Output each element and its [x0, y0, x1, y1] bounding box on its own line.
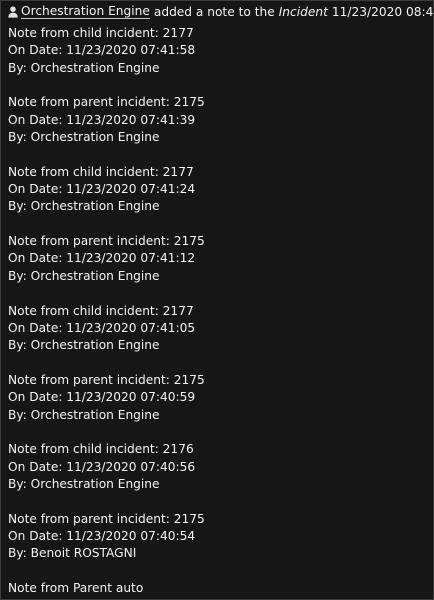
user-icon: [8, 6, 18, 18]
note-source: Note from child incident: 2177: [8, 164, 194, 179]
note-entry: Note from child incident: 2176 On Date: …: [8, 441, 429, 493]
note-entry: Note from parent incident: 2175 On Date:…: [8, 94, 429, 146]
note-source: Note from child incident: 2176: [8, 442, 194, 457]
note-by: By: Orchestration Engine: [8, 476, 160, 491]
note-header: Orchestration Engine added a note to the…: [1, 1, 433, 23]
note-by: By: Orchestration Engine: [8, 60, 160, 75]
note-body: Note from child incident: 2177 On Date: …: [8, 25, 429, 599]
note-by: By: Orchestration Engine: [8, 129, 160, 144]
note-panel: Orchestration Engine added a note to the…: [0, 0, 434, 600]
author-link[interactable]: Orchestration Engine: [21, 5, 150, 20]
note-by: By: Orchestration Engine: [8, 268, 160, 283]
note-source: Note from parent incident: 2175: [8, 95, 205, 110]
note-by: By: Orchestration Engine: [8, 199, 160, 214]
note-source: Note from child incident: 2177: [8, 26, 194, 40]
note-source: Note from parent incident: 2175: [8, 234, 205, 249]
note-date: On Date: 11/23/2020 07:40:56: [8, 459, 196, 474]
note-by: By: Orchestration Engine: [8, 407, 160, 422]
note-source: Note from Parent auto: [8, 581, 144, 596]
note-entry: Note from parent incident: 2175 On Date:…: [8, 511, 429, 563]
note-source: Note from parent incident: 2175: [8, 372, 205, 387]
note-entry: Note from child incident: 2177 On Date: …: [8, 164, 429, 216]
note-entry: Note from parent incident: 2175 On Date:…: [8, 233, 429, 285]
note-by: By: Orchestration Engine: [8, 338, 160, 353]
note-date: On Date: 11/23/2020 07:40:59: [8, 390, 196, 405]
note-entry: Note from child incident: 2177 On Date: …: [8, 303, 429, 355]
note-date: On Date: 11/23/2020 07:40:54: [8, 529, 196, 544]
note-timestamp: 11/23/2020 08:42: [331, 4, 434, 19]
note-source: Note from child incident: 2177: [8, 303, 194, 318]
note-by: By: Benoit ROSTAGNI: [8, 546, 137, 561]
action-text: added a note to the: [153, 4, 275, 19]
note-entry: Note from child incident: 2177 On Date: …: [8, 25, 429, 77]
note-date: On Date: 11/23/2020 07:41:05: [8, 320, 196, 335]
entity-label: Incident: [278, 4, 328, 19]
note-date: On Date: 11/23/2020 07:41:39: [8, 112, 196, 127]
note-date: On Date: 11/23/2020 07:41:58: [8, 43, 196, 58]
note-date: On Date: 11/23/2020 07:41:12: [8, 251, 196, 266]
note-entry: Note from Parent auto: [8, 580, 429, 597]
note-date: On Date: 11/23/2020 07:41:24: [8, 182, 196, 197]
note-source: Note from parent incident: 2175: [8, 511, 205, 526]
note-entry: Note from parent incident: 2175 On Date:…: [8, 372, 429, 424]
